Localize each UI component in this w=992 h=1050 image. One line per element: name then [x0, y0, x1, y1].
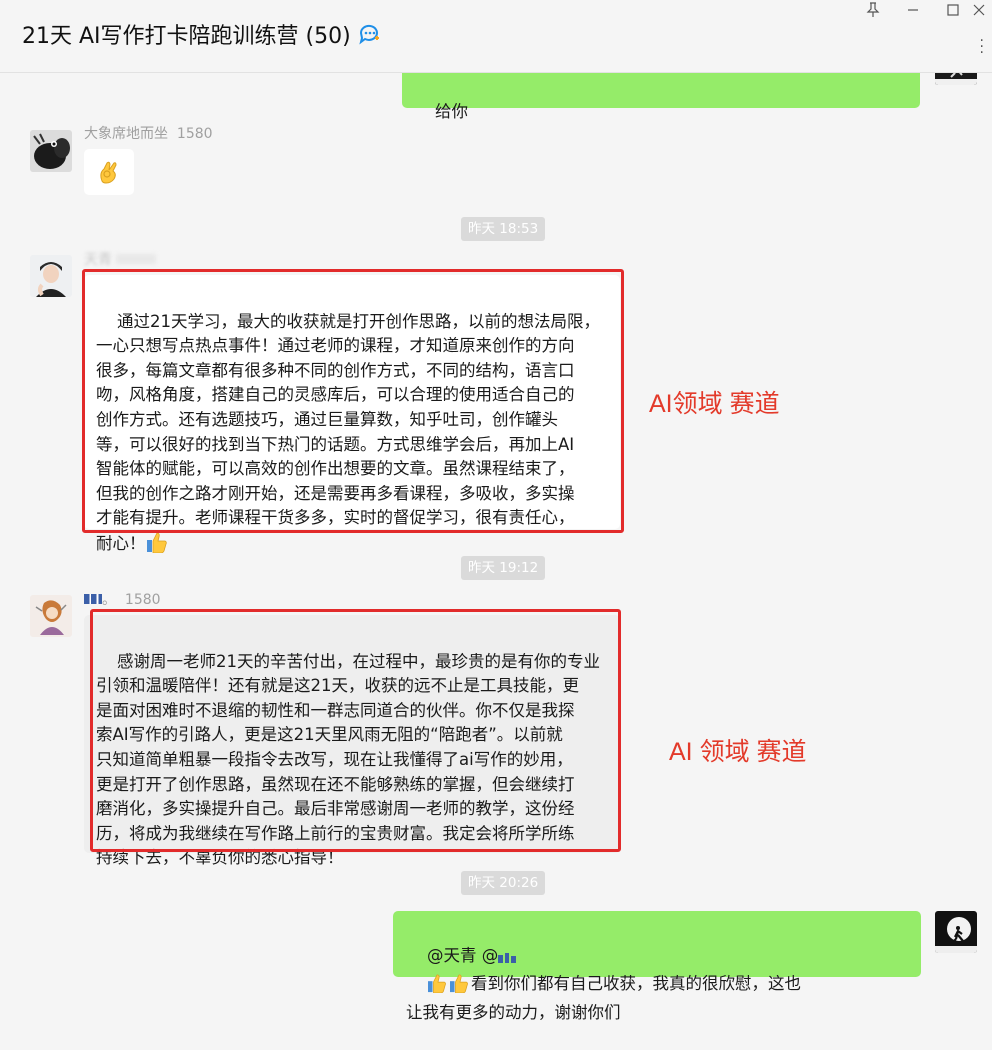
sender-avatar[interactable]: [30, 130, 72, 172]
sender-name: 大象席地而坐 1580: [84, 126, 213, 142]
highlight-box: [90, 609, 621, 852]
timestamp-divider: 昨天 18:53: [461, 217, 546, 241]
message-text: 让我有更多的动力，谢谢你们: [406, 1002, 621, 1022]
chat-title: 21天 AI写作打卡陪跑训练营 (50): [22, 18, 383, 50]
chat-bubble-icon[interactable]: [357, 21, 383, 47]
thumbs-up-emoji: [427, 973, 449, 1001]
close-icon[interactable]: [968, 2, 990, 24]
sender-avatar[interactable]: [30, 595, 72, 637]
more-icon[interactable]: · · ·: [980, 34, 984, 60]
timestamp-divider: 昨天 19:12: [461, 556, 546, 580]
sender-name: 。 1580: [84, 589, 161, 609]
maximize-icon[interactable]: [942, 2, 964, 24]
annotation-label: AI 领域 赛道: [669, 738, 807, 766]
ok-hand-emoji: [100, 161, 117, 184]
message-text: 看到你们都有自己收获，我真的很欣慰，这也: [470, 974, 801, 994]
pin-icon[interactable]: [862, 2, 884, 24]
chat-title-text: 21天 AI写作打卡陪跑训练营 (50): [22, 24, 351, 49]
message-bubble-outgoing[interactable]: @天青 @ 看到你们都有自己收获，我真的很欣慰，这也让我有更多的动力，谢谢你们: [393, 911, 921, 1022]
pixel-emoji-icon: [84, 594, 102, 604]
pixel-emoji-icon: [498, 948, 517, 973]
sender-avatar[interactable]: [30, 255, 72, 297]
message-text: 给你: [434, 101, 468, 121]
timestamp-divider: 昨天 20:26: [461, 871, 546, 895]
thumbs-up-emoji: [449, 973, 471, 1001]
blurred-name-redaction: [116, 254, 157, 264]
highlight-box: [82, 269, 624, 533]
sender-name: 天青: [84, 249, 157, 269]
message-bubble-incoming[interactable]: [84, 149, 134, 195]
chat-area[interactable]: 给你 大象席地而坐 1580 昨天 18:53 天青 通过21天学习，最大的收获…: [0, 43, 992, 1022]
minimize-icon[interactable]: [902, 2, 924, 24]
annotation-label: AI领域 赛道: [649, 390, 780, 418]
title-bar: 21天 AI写作打卡陪跑训练营 (50) · · ·: [0, 0, 992, 73]
thumbs-up-emoji: [146, 531, 170, 561]
mention-text[interactable]: @天青 @: [427, 946, 498, 965]
runner-moon-avatar[interactable]: [935, 911, 977, 953]
